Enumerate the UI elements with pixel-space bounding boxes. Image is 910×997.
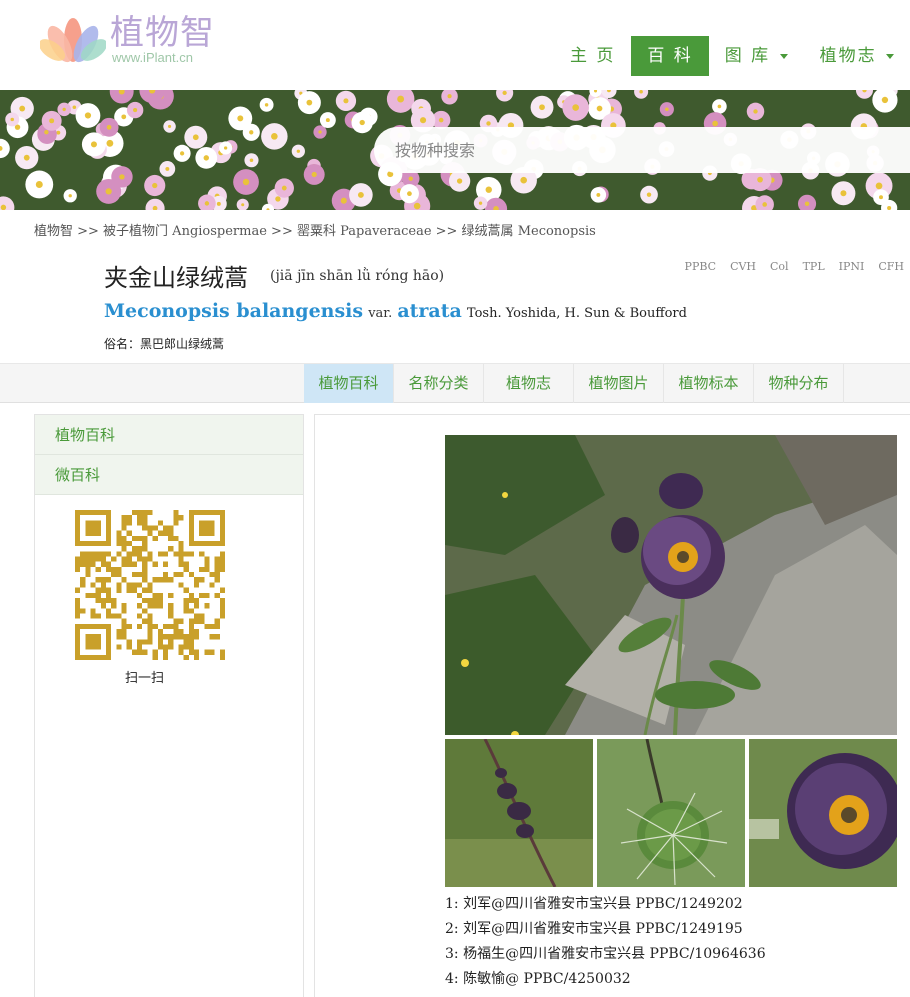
qr-code-image — [75, 510, 225, 660]
tab-images[interactable]: 植物图片 — [574, 364, 664, 403]
sidebar-item-encyclopedia[interactable]: 植物百科 — [35, 415, 303, 455]
tab-specimens[interactable]: 植物标本 — [664, 364, 754, 403]
tab-taxonomy[interactable]: 名称分类 — [394, 364, 484, 403]
hero-banner — [0, 90, 910, 210]
tab-distribution[interactable]: 物种分布 — [754, 364, 844, 403]
ext-link-ipni[interactable]: IPNI — [839, 260, 865, 273]
thumbnail-1-image — [445, 739, 593, 887]
species-name-cn: 夹金山绿绒蒿 — [104, 264, 248, 292]
qr-caption: 扫一扫 — [125, 671, 165, 686]
brand-url: www.iPlant.cn — [112, 50, 193, 65]
chevron-down-icon — [886, 53, 894, 59]
sidebar-item-micro-encyclopedia[interactable]: 微百科 — [35, 455, 303, 495]
main-nav: 主 页 百 科 图 库 植物志 — [554, 36, 910, 76]
ext-link-cfh[interactable]: CFH — [878, 260, 904, 273]
photo-credit-4: 4: 陈敏愉@ PPBC/4250032 — [445, 971, 631, 987]
search-input[interactable] — [374, 127, 910, 173]
nav-gallery-label: 图 库 — [724, 46, 771, 66]
ext-link-tpl[interactable]: TPL — [803, 260, 825, 273]
nav-encyclopedia[interactable]: 百 科 — [631, 36, 709, 76]
common-name: 俗名：黑巴郎山绿绒蒿 — [104, 337, 225, 351]
nav-gallery[interactable]: 图 库 — [709, 36, 804, 76]
main-photo-image — [445, 435, 897, 735]
sci-authors: Tosh. Yoshida, H. Sun & Boufford — [466, 306, 687, 321]
lotus-logo-icon — [40, 18, 106, 63]
scientific-name: Meconopsis balangensis var. atrata Tosh.… — [104, 300, 687, 322]
sci-rank: var. — [368, 306, 393, 321]
tab-flora[interactable]: 植物志 — [484, 364, 574, 403]
ext-link-ppbc[interactable]: PPBC — [685, 260, 717, 273]
photo-credits: 1: 刘军@四川省雅安市宝兴县 PPBC/1249202 2: 刘军@四川省雅安… — [445, 892, 766, 992]
photo-credit-3: 3: 杨福生@四川省雅安市宝兴县 PPBC/10964636 — [445, 946, 766, 962]
thumbnail-1[interactable] — [445, 739, 593, 887]
breadcrumb-text[interactable]: 植物智 >> 被子植物门 Angiospermae >> 罂粟科 Papaver… — [34, 224, 596, 239]
breadcrumb[interactable]: 植物智 >> 被子植物门 Angiospermae >> 罂粟科 Papaver… — [34, 220, 596, 239]
nav-encyclopedia-label: 百 科 — [647, 46, 693, 66]
ext-link-cvh[interactable]: CVH — [730, 260, 756, 273]
main-photo[interactable] — [445, 435, 897, 735]
site-header: 植物智 www.iPlant.cn 主 页 百 科 图 库 植物志 — [0, 0, 910, 90]
brand-name: 植物智 — [110, 13, 215, 53]
nav-flora[interactable]: 植物志 — [804, 36, 910, 76]
nav-home-label: 主 页 — [569, 46, 616, 66]
section-tabs: 植物百科 名称分类 植物志 植物图片 植物标本 物种分布 — [304, 364, 844, 403]
tab-encyclopedia[interactable]: 植物百科 — [304, 364, 394, 403]
search-box[interactable] — [374, 127, 910, 173]
thumbnail-3[interactable] — [749, 739, 897, 887]
ext-link-col[interactable]: Col — [770, 260, 789, 273]
sci-genus-species: Meconopsis balangensis — [104, 300, 364, 322]
photo-credit-1: 1: 刘军@四川省雅安市宝兴县 PPBC/1249202 — [445, 896, 743, 912]
thumbnail-2-image — [597, 739, 745, 887]
thumbnail-3-image — [749, 739, 897, 887]
species-pinyin: (jiā jīn shān lǜ róng hāo) — [270, 268, 445, 284]
nav-home[interactable]: 主 页 — [554, 36, 631, 76]
sidebar: 植物百科 微百科 扫一扫 — [34, 414, 304, 997]
photo-credit-2: 2: 刘军@四川省雅安市宝兴县 PPBC/1249195 — [445, 921, 743, 937]
thumbnail-2[interactable] — [597, 739, 745, 887]
external-links: PPBC CVH Col TPL IPNI CFH — [685, 260, 904, 273]
main-content: 1: 刘军@四川省雅安市宝兴县 PPBC/1249202 2: 刘军@四川省雅安… — [314, 414, 910, 997]
site-logo[interactable]: 植物智 www.iPlant.cn — [40, 10, 215, 66]
nav-flora-label: 植物志 — [819, 46, 877, 66]
sci-infra-epithet: atrata — [397, 300, 462, 322]
chevron-down-icon — [779, 53, 788, 59]
section-tabs-bar: 植物百科 名称分类 植物志 植物图片 植物标本 物种分布 — [0, 363, 910, 403]
